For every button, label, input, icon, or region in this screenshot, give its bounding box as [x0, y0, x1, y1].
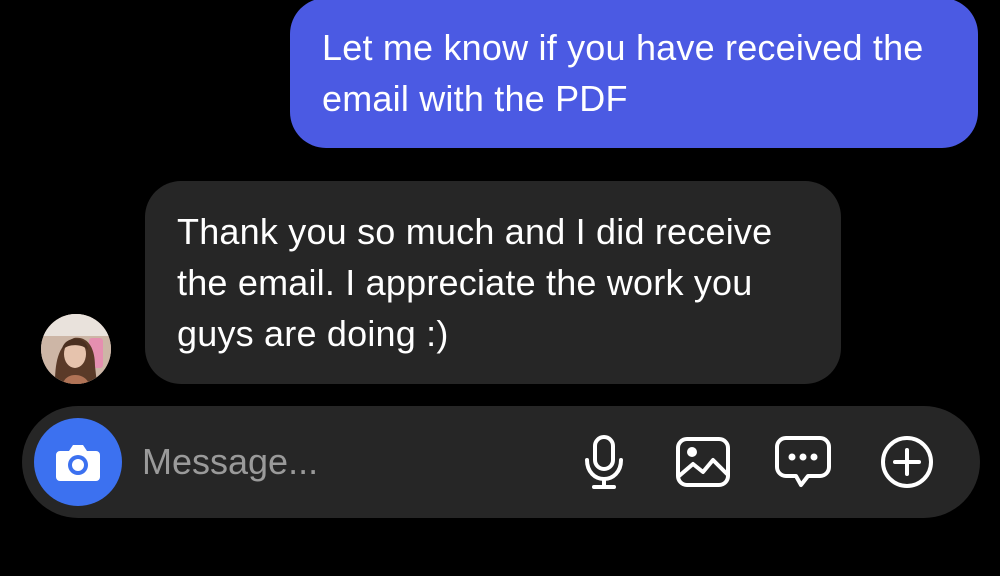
message-thread: Let me know if you have received the ema…	[0, 0, 1000, 400]
incoming-message-row: Thank you so much and I did receive the …	[0, 0, 1000, 400]
camera-button[interactable]	[34, 418, 122, 506]
gallery-icon	[676, 437, 730, 487]
incoming-message-text: Thank you so much and I did receive the …	[177, 211, 773, 354]
microphone-icon	[585, 435, 623, 489]
chat-bubble-button[interactable]	[773, 432, 833, 492]
gallery-button[interactable]	[673, 432, 733, 492]
message-composer	[22, 406, 980, 518]
message-input[interactable]	[142, 434, 562, 490]
sender-avatar[interactable]	[41, 314, 111, 384]
camera-icon	[56, 445, 100, 481]
add-button[interactable]	[877, 432, 937, 492]
incoming-message-bubble[interactable]: Thank you so much and I did receive the …	[145, 181, 841, 384]
avatar-photo-icon	[41, 314, 111, 384]
voice-message-button[interactable]	[574, 432, 634, 492]
chat-bubble-icon	[775, 436, 831, 487]
add-icon	[881, 436, 933, 488]
